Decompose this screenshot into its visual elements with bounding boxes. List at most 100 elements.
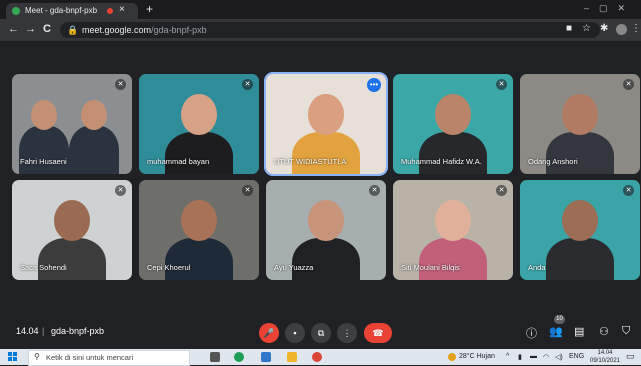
mail-icon[interactable] — [261, 352, 271, 362]
file-explorer-icon[interactable] — [287, 352, 297, 362]
participant-name: Anda — [528, 263, 546, 272]
muted-microphone-icon: ✕ — [369, 185, 380, 196]
taskbar-search-placeholder: Ketik di sini untuk mencari — [46, 353, 134, 362]
address-bar[interactable]: 🔒 meet.google.com/gda-bnpf-pxb — [60, 22, 600, 38]
speaking-indicator-icon[interactable]: ••• — [367, 78, 381, 92]
meeting-info-divider: | — [42, 326, 45, 336]
participant-face — [31, 100, 57, 130]
extensions-icon[interactable]: ✱ — [600, 23, 608, 34]
bookmark-star-icon[interactable]: ☆ — [582, 23, 591, 34]
meeting-clock: 14.04 — [16, 326, 39, 336]
recording-indicator-icon — [107, 8, 113, 14]
weather-icon — [448, 353, 456, 361]
microphone-toggle-button[interactable]: 🎤 — [259, 323, 279, 343]
participant-body — [164, 132, 234, 174]
participant-tile[interactable]: Muhammad Hafidz W.A. ✕ — [393, 74, 513, 174]
participant-face — [308, 200, 344, 242]
start-logo-pane — [13, 352, 17, 356]
new-tab-button[interactable]: + — [146, 2, 153, 16]
task-view-icon[interactable] — [210, 352, 220, 362]
network-icon[interactable]: ▮ — [518, 353, 522, 361]
taskbar-clock[interactable]: 14.04 09/10/2021 — [590, 349, 620, 365]
browser-tab-strip: Meet - gda-bnpf-pxb × + –▢✕ — [0, 0, 641, 19]
present-screen-button[interactable]: ⧉ — [311, 323, 331, 343]
participant-tile[interactable]: Fahri Husaeni ✕ — [12, 74, 132, 174]
participant-tile[interactable]: Cepi Khoerul ✕ — [139, 180, 259, 280]
taskbar-date: 09/10/2021 — [590, 358, 621, 364]
participant-body — [69, 126, 119, 174]
camera-permission-icon[interactable]: ■ — [566, 23, 572, 34]
participant-face — [181, 94, 217, 136]
back-icon[interactable]: ← — [8, 23, 19, 35]
url-host: meet.google.com — [82, 25, 152, 35]
participant-name: UTUT WIDIASTUTI.A — [274, 157, 347, 166]
browser-menu-icon[interactable]: ⋮ — [631, 23, 641, 34]
participant-body — [545, 238, 615, 280]
meeting-details-icon[interactable]: ⓘ — [526, 325, 537, 341]
participant-tile[interactable]: Ayu Yuazza ✕ — [266, 180, 386, 280]
participant-body — [418, 132, 488, 174]
windows-taskbar: ⚲ Ketik di sini untuk mencari 28°C Hujan… — [0, 349, 641, 366]
muted-microphone-icon: ✕ — [115, 79, 126, 90]
participant-body — [37, 238, 107, 280]
muted-microphone-icon: ✕ — [242, 79, 253, 90]
participant-face — [562, 200, 598, 242]
participants-icon[interactable]: 👥 — [549, 325, 563, 338]
volume-icon[interactable]: ◁) — [555, 353, 563, 361]
participant-tile[interactable]: muhammad bayan ✕ — [139, 74, 259, 174]
start-logo-pane — [13, 357, 17, 361]
participant-face — [435, 200, 471, 242]
muted-microphone-icon: ✕ — [623, 79, 634, 90]
participant-tile[interactable]: Siti Moulani Bilqis ✕ — [393, 180, 513, 280]
muted-microphone-icon: ✕ — [496, 79, 507, 90]
profile-avatar[interactable] — [616, 24, 627, 35]
taskbar-time: 14.04 — [597, 350, 613, 356]
weather-text[interactable]: 28°C Hujan — [459, 353, 495, 360]
camera-toggle-button[interactable]: ▪ — [285, 323, 305, 343]
muted-microphone-icon: ✕ — [115, 185, 126, 196]
windows-start-button[interactable] — [8, 352, 18, 362]
tray-overflow-icon[interactable]: ^ — [506, 353, 509, 360]
participant-tile[interactable]: Saca Sohendi ✕ — [12, 180, 132, 280]
language-indicator[interactable]: ENG — [569, 353, 584, 360]
start-logo-pane — [8, 357, 12, 361]
leave-call-button[interactable]: ☎ — [364, 323, 392, 343]
participant-tile[interactable]: Odang Anshori ✕ — [520, 74, 640, 174]
chat-icon[interactable]: ▤ — [574, 325, 584, 338]
meet-favicon-icon — [12, 7, 20, 15]
tab-close-icon[interactable]: × — [119, 4, 125, 15]
meeting-control-bar: 14.04 | gda-bnpf-pxb 🎤 ▪ ⧉ ⋮ ☎ ⓘ 👥 10 ▤ … — [0, 315, 641, 349]
muted-microphone-icon: ✕ — [496, 185, 507, 196]
participant-tile[interactable]: UTUT WIDIASTUTI.A ••• — [264, 72, 388, 176]
browser-tab[interactable]: Meet - gda-bnpf-pxb × — [6, 3, 138, 19]
lock-icon: 🔒 — [67, 25, 79, 35]
participant-body — [291, 238, 361, 280]
participant-name: Muhammad Hafidz W.A. — [401, 157, 482, 166]
participant-name: Saca Sohendi — [20, 263, 67, 272]
edge-browser-icon[interactable] — [234, 352, 244, 362]
chrome-icon[interactable] — [312, 352, 322, 362]
activities-icon[interactable]: ⚇ — [599, 325, 609, 338]
participant-face — [308, 94, 344, 136]
muted-microphone-icon: ✕ — [242, 185, 253, 196]
search-icon: ⚲ — [34, 352, 40, 361]
meeting-stage: Fahri Husaeni ✕ muhammad bayan ✕ UTUT WIDIAS… — [0, 41, 641, 317]
notifications-icon[interactable]: ▭ — [626, 351, 635, 362]
host-controls-icon[interactable]: ⛉ — [622, 325, 630, 338]
participant-body — [164, 238, 234, 280]
participant-tile[interactable]: Anda ✕ — [520, 180, 640, 280]
wifi-icon[interactable]: ◠ — [543, 353, 549, 361]
participant-name: Cepi Khoerul — [147, 263, 191, 272]
forward-icon[interactable]: → — [25, 23, 36, 35]
reload-icon[interactable]: C — [43, 23, 51, 35]
participant-name: muhammad bayan — [147, 157, 210, 166]
more-options-button[interactable]: ⋮ — [337, 323, 357, 343]
participant-face — [181, 200, 217, 242]
battery-icon[interactable]: ▬ — [530, 353, 537, 360]
url-text: meet.google.com/gda-bnpf-pxb — [82, 25, 207, 35]
participant-body — [418, 238, 488, 280]
browser-toolbar: ← → C 🔒 meet.google.com/gda-bnpf-pxb ■ ☆… — [0, 19, 641, 41]
participant-face — [81, 100, 107, 130]
taskbar-search-box[interactable]: ⚲ Ketik di sini untuk mencari — [28, 350, 190, 366]
window-controls[interactable]: –▢✕ — [584, 3, 635, 14]
